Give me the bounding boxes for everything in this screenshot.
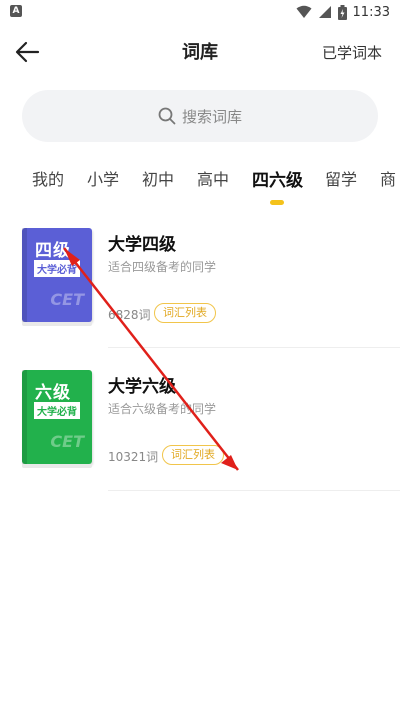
- battery-icon: [337, 4, 347, 20]
- learned-words-button[interactable]: 已学词本: [322, 42, 382, 63]
- tab-primary-school[interactable]: 小学: [87, 166, 119, 190]
- tab-cet[interactable]: 四六级: [252, 166, 303, 191]
- book-cover-cet6: 六级 大学必背 CET: [22, 370, 92, 468]
- tab-junior-high[interactable]: 初中: [142, 166, 174, 190]
- book-item-cet4[interactable]: 四级 大学必背 CET 大学四级 适合四级备考的同学 6828词 词汇列表: [0, 220, 400, 360]
- book-title: 大学四级: [108, 235, 176, 255]
- word-count: 6828词: [108, 308, 151, 322]
- signal-icon: [318, 6, 331, 18]
- search-icon: [158, 107, 176, 125]
- word-list-button[interactable]: 词汇列表: [162, 445, 224, 465]
- word-count: 10321词: [108, 450, 159, 464]
- status-time: 11:33: [352, 4, 390, 20]
- status-bar: A 11:33: [0, 0, 400, 24]
- wifi-icon: [296, 5, 312, 18]
- book-cover-cet4: 四级 大学必背 CET: [22, 228, 92, 326]
- book-description: 适合六级备考的同学: [108, 402, 217, 416]
- status-icons: 11:33: [296, 3, 390, 21]
- book-title: 大学六级: [108, 377, 176, 397]
- book-item-cet6[interactable]: 六级 大学必背 CET 大学六级 适合六级备考的同学 10321词 词汇列表: [0, 362, 400, 502]
- book-cover-level: 四级: [35, 241, 71, 261]
- divider: [108, 347, 400, 348]
- book-cover-tag: CET: [50, 432, 84, 451]
- search-placeholder: 搜索词库: [181, 107, 242, 126]
- category-tabs: 我的 小学 初中 高中 四六级 留学 商: [0, 166, 400, 196]
- book-description: 适合四级备考的同学: [108, 260, 217, 274]
- word-list-button[interactable]: 词汇列表: [154, 303, 216, 323]
- tab-business[interactable]: 商: [380, 166, 396, 190]
- tab-mine[interactable]: 我的: [32, 166, 64, 190]
- tab-senior-high[interactable]: 高中: [197, 166, 229, 190]
- search-input[interactable]: 搜索词库: [22, 90, 378, 142]
- book-cover-tag: CET: [50, 290, 84, 309]
- book-cover-ribbon: 大学必背: [34, 402, 80, 419]
- tab-study-abroad[interactable]: 留学: [325, 166, 357, 190]
- book-cover-ribbon: 大学必背: [34, 260, 80, 277]
- header: 词库 已学词本: [0, 28, 400, 76]
- divider: [108, 490, 400, 491]
- app-notification-icon: A: [10, 5, 22, 17]
- book-cover-level: 六级: [35, 383, 71, 403]
- active-tab-indicator: [270, 200, 284, 205]
